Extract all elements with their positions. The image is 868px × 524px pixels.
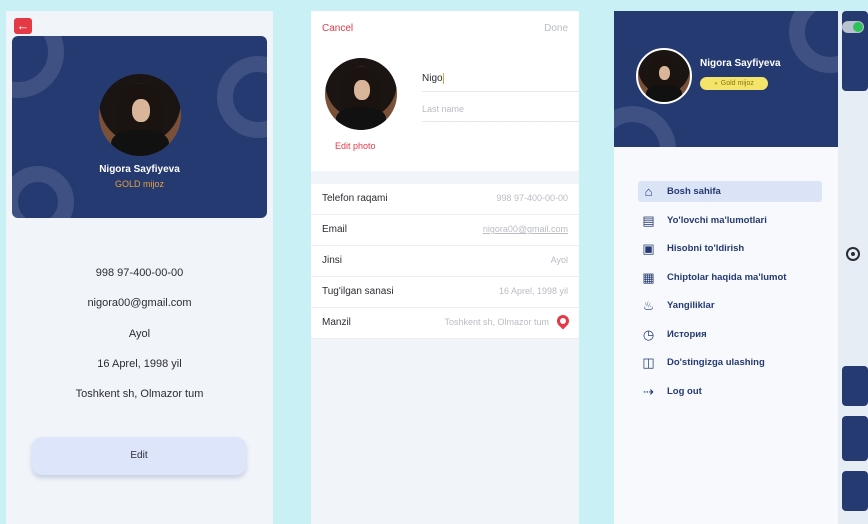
location-pin-icon[interactable]	[554, 312, 572, 330]
menu-item-label: Log out	[667, 385, 702, 397]
drawer-avatar[interactable]	[636, 48, 692, 104]
arrow-left-icon: ←	[16, 18, 30, 33]
drawer-menu: ⌂ Bosh sahifa ▤ Yo'lovchi ma'lumotlari ▣…	[638, 181, 822, 409]
field-label: Tug'ilgan sanasi	[322, 286, 394, 297]
my-location-icon[interactable]	[846, 247, 860, 261]
edit-header: Cancel Done Edit photo Nigo Last name	[311, 11, 579, 171]
field-value: Toshkent sh, Olmazor tum	[444, 317, 549, 327]
menu-item-news[interactable]: ♨ Yangiliklar	[638, 295, 822, 316]
decor-shape	[217, 56, 267, 138]
menu-item-passenger-info[interactable]: ▤ Yo'lovchi ma'lumotlari	[638, 210, 822, 231]
side-drawer: Nigora Sayfiyeva Gold mijoz ⌂ Bosh sahif…	[614, 11, 838, 524]
profile-phone: 998 97-400-00-00	[95, 267, 184, 279]
menu-screen: Nigora Sayfiyeva Gold mijoz ⌂ Bosh sahif…	[614, 11, 868, 524]
profile-birthday: 16 Aprel, 1998 yil	[97, 358, 182, 370]
home-icon: ⌂	[644, 184, 653, 199]
field-value: 16 Aprel, 1998 yil	[498, 286, 568, 296]
menu-item-label: История	[667, 328, 707, 340]
field-label: Manzil	[322, 317, 351, 328]
field-label: Telefon raqami	[322, 193, 388, 204]
menu-item-top-up[interactable]: ▣ Hisobni to'ldirish	[638, 238, 822, 259]
menu-item-history[interactable]: ◷ История	[638, 324, 822, 345]
status-toggle[interactable]	[842, 21, 864, 33]
menu-item-tickets[interactable]: ▦ Chiptolar haqida ma'lumot	[638, 267, 822, 288]
document-icon: ▤	[642, 212, 655, 228]
edit-button[interactable]: Edit	[32, 437, 246, 475]
map-block	[842, 366, 868, 406]
menu-item-label: Chiptolar haqida ma'lumot	[667, 271, 787, 283]
wallet-icon: ▣	[642, 241, 655, 256]
field-birthday[interactable]: Tug'ilgan sanasi 16 Aprel, 1998 yil	[311, 277, 579, 308]
field-label: Jinsi	[322, 255, 343, 266]
field-email[interactable]: Email nigora00@gmail.com	[311, 215, 579, 246]
divider	[422, 121, 579, 122]
tier-badge: Gold mijoz	[700, 77, 768, 90]
divider	[422, 91, 579, 92]
logout-icon: ⇢	[643, 383, 654, 399]
field-value: Ayol	[550, 255, 568, 265]
drawer-header: Nigora Sayfiyeva Gold mijoz	[614, 11, 838, 147]
menu-item-home[interactable]: ⌂ Bosh sahifa	[638, 181, 822, 202]
field-address[interactable]: Manzil Toshkent sh, Olmazor tum	[311, 308, 579, 339]
field-label: Email	[322, 224, 348, 235]
ticket-icon: ▦	[642, 269, 655, 285]
gift-icon: ◫	[642, 355, 655, 370]
profile-header: Nigora Sayfiyeva GOLD mijoz	[12, 36, 267, 218]
menu-item-label: Bosh sahifa	[667, 186, 721, 197]
edit-photo-link[interactable]: Edit photo	[335, 141, 376, 151]
menu-item-label: Yo'lovchi ma'lumotlari	[667, 214, 767, 226]
done-button[interactable]: Done	[544, 23, 568, 34]
bell-icon: ♨	[642, 298, 655, 313]
decor-shape	[789, 11, 838, 73]
map-block	[842, 471, 868, 511]
avatar	[99, 74, 181, 156]
edit-fields: Telefon raqami 998 97-400-00-00 Email ni…	[311, 184, 579, 339]
edit-avatar[interactable]	[325, 58, 397, 130]
profile-screen: ← Nigora Sayfiyeva GOLD mijoz 998 97-400…	[6, 11, 273, 524]
menu-item-logout[interactable]: ⇢ Log out	[638, 381, 822, 402]
first-name-field[interactable]: Nigo	[422, 73, 444, 84]
map-block	[842, 416, 868, 461]
first-name-value: Nigo	[422, 73, 443, 85]
profile-name: Nigora Sayfiyeva	[99, 164, 180, 175]
decor-shape	[12, 36, 64, 98]
edit-profile-screen: Cancel Done Edit photo Nigo Last name Te…	[311, 11, 579, 524]
menu-item-label: Hisobni to'ldirish	[667, 243, 745, 254]
history-icon: ◷	[642, 326, 655, 342]
field-gender[interactable]: Jinsi Ayol	[311, 246, 579, 277]
decor-shape	[614, 106, 676, 147]
profile-address: Toshkent sh, Olmazor tum	[75, 388, 204, 400]
profile-tier: GOLD mijoz	[114, 179, 164, 189]
map-background	[838, 11, 868, 524]
last-name-field[interactable]: Last name	[422, 104, 464, 114]
menu-item-label: Yangiliklar	[667, 300, 715, 311]
profile-gender: Ayol	[128, 328, 151, 340]
profile-email: nigora00@gmail.com	[87, 297, 192, 309]
menu-item-share[interactable]: ◫ Do'stingizga ulashing	[638, 352, 822, 373]
cancel-button[interactable]: Cancel	[322, 23, 353, 34]
field-value: 998 97-400-00-00	[496, 193, 568, 203]
back-button[interactable]: ←	[14, 18, 32, 34]
field-phone[interactable]: Telefon raqami 998 97-400-00-00	[311, 184, 579, 215]
text-caret	[442, 73, 444, 84]
menu-item-label: Do'stingizga ulashing	[667, 357, 765, 368]
drawer-name: Nigora Sayfiyeva	[700, 58, 781, 69]
field-value: nigora00@gmail.com	[482, 224, 568, 234]
